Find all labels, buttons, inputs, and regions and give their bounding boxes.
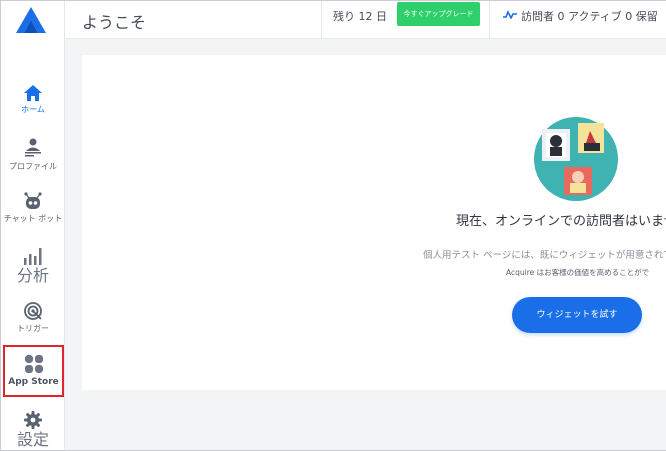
try-widget-button[interactable]: ウィジェットを試す	[512, 297, 642, 333]
gear-icon	[24, 411, 42, 429]
welcome-card: 現在、オンラインでの訪問者はいませ 個人用テスト ページには、既にウィジェットが…	[82, 55, 666, 390]
sidebar-item-label: チャット ボット	[3, 214, 63, 223]
sidebar-item-label: トリガー	[17, 324, 49, 333]
sidebar-item-home[interactable]: ホーム	[1, 85, 65, 115]
sidebar: ホーム プロファイル チャット ボット 分析 トリガー App Store 設定	[1, 1, 65, 450]
sidebar-item-trigger[interactable]: トリガー	[1, 302, 65, 334]
sidebar-item-label: ホーム	[21, 105, 45, 114]
no-visitors-heading: 現在、オンラインでの訪問者はいませ	[456, 214, 666, 229]
sidebar-item-chatbot[interactable]: チャット ボット	[1, 192, 65, 224]
sidebar-item-label: App Store	[8, 377, 59, 387]
divider	[321, 1, 322, 38]
main-content: 現在、オンラインでの訪問者はいませ 個人用テスト ページには、既にウィジェットが…	[65, 39, 666, 450]
visitors-illustration	[534, 117, 618, 201]
acquire-logo-icon[interactable]	[16, 7, 46, 33]
sidebar-item-label: 分析	[16, 266, 49, 285]
visitor-stats-text: 訪問者 0 アクティブ 0 保留	[521, 10, 658, 23]
upgrade-now-button[interactable]: 今すぐアップグレード	[397, 2, 480, 26]
bar-chart-icon	[24, 248, 42, 265]
sidebar-item-label: プロファイル	[9, 162, 57, 171]
home-icon	[24, 85, 42, 101]
grid-icon	[24, 354, 43, 374]
activity-pulse-icon	[503, 10, 517, 19]
divider	[489, 1, 490, 38]
sidebar-item-analytics[interactable]: 分析	[1, 247, 65, 285]
sidebar-item-profile[interactable]: プロファイル	[1, 138, 65, 172]
robot-icon	[24, 192, 42, 209]
target-icon	[24, 302, 42, 320]
acquire-value-description: Acquire はお客様の価値を高めることがで	[506, 268, 650, 277]
trial-days-remaining: 残り 12 日	[333, 10, 387, 23]
page-title: ようこそ	[82, 13, 147, 32]
test-page-description: 個人用テスト ページには、既にウィジェットが用意されてい	[423, 250, 666, 261]
sidebar-item-label: 設定	[16, 430, 49, 449]
profile-icon	[25, 138, 41, 157]
sidebar-item-appstore[interactable]: App Store	[3, 345, 64, 397]
visitor-stats[interactable]: 訪問者 0 アクティブ 0 保留	[503, 8, 658, 24]
header: ようこそ 残り 12 日 今すぐアップグレード 訪問者 0 アクティブ 0 保留	[65, 1, 666, 39]
sidebar-item-settings[interactable]: 設定	[1, 411, 65, 449]
